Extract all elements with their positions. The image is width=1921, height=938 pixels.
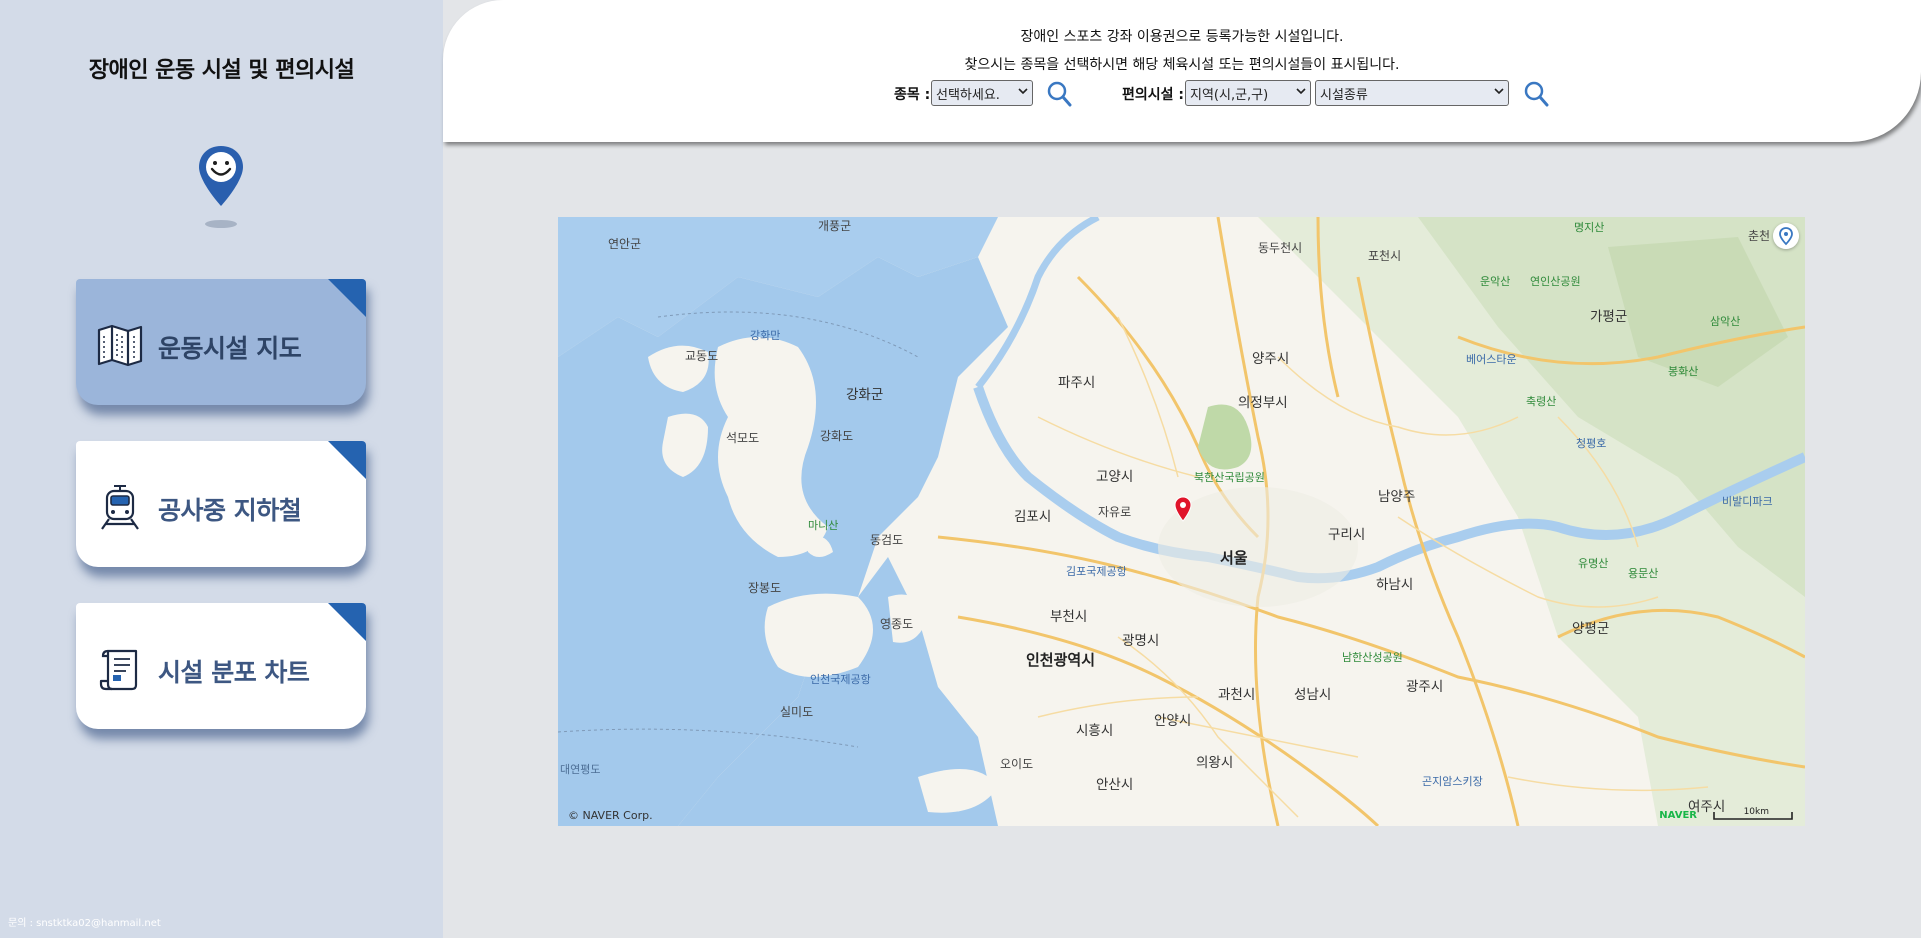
current-location-button[interactable] [1773, 223, 1799, 249]
map-label: 하남시 [1376, 577, 1414, 593]
map-icon [97, 324, 143, 367]
map-label: 양평군 [1572, 621, 1610, 637]
map-label: 성남시 [1294, 687, 1332, 703]
map-label: 의정부시 [1238, 395, 1288, 411]
map-label: 인천국제공항 [810, 673, 871, 686]
region-select-value: 지역(시,군,구) [1190, 88, 1269, 103]
chevron-down-icon [1494, 88, 1504, 95]
map-label: 김포시 [1014, 509, 1052, 525]
map-label: 김포국제공항 [1066, 565, 1127, 578]
map-label: 오이도 [1000, 757, 1034, 771]
map-label: 영종도 [880, 617, 914, 631]
facility-type-select[interactable]: 시설종류 [1315, 80, 1509, 106]
map-label: 유명산 [1578, 557, 1609, 570]
map-label: 개풍군 [818, 219, 852, 233]
map-label: 실미도 [780, 705, 814, 719]
subway-train-icon [101, 485, 139, 530]
map-label: 연안군 [608, 237, 642, 251]
map-label: 연인산공원 [1530, 275, 1581, 288]
map-label: 동검도 [870, 533, 904, 547]
map-label: 안양시 [1154, 713, 1192, 729]
nav-facility-chart-button[interactable]: 시설 분포 차트 [76, 603, 366, 729]
map-label: 안산시 [1096, 777, 1134, 793]
map-label: 남한산성공원 [1342, 651, 1403, 664]
sport-select[interactable]: 선택하세요. [931, 80, 1033, 106]
map-copyright: © NAVER Corp. [568, 809, 653, 822]
map-label: 대연평도 [560, 763, 601, 776]
map-label: 부천시 [1050, 609, 1088, 625]
map-label: 구리시 [1328, 527, 1366, 543]
map-label: 북한산국립공원 [1194, 471, 1265, 484]
chevron-down-icon [1018, 88, 1028, 95]
map-label: 광주시 [1406, 679, 1444, 695]
header-description: 장애인 스포츠 강좌 이용권으로 등록가능한 시설입니다. [1020, 29, 1344, 45]
scroll-document-icon [99, 649, 138, 691]
naver-logo: NAVER [1659, 810, 1697, 821]
map-label: 명지산 [1574, 221, 1605, 234]
map-label: 고양시 [1096, 469, 1134, 485]
facility-search-button[interactable] [1523, 80, 1549, 108]
map-label: 비발디파크 [1722, 495, 1773, 508]
nav-facility-map-button[interactable]: 운동시설 지도 [76, 279, 366, 405]
header-instruction: 찾으시는 종목을 선택하시면 해당 체육시설 또는 편의시설들이 표시됩니다. [964, 57, 1400, 73]
map-label: 의왕시 [1196, 755, 1234, 771]
map-label: 동두천시 [1258, 241, 1303, 255]
corner-accent [328, 279, 366, 317]
map-label: 강화군 [846, 387, 884, 403]
map-label-seoul: 서울 [1220, 549, 1248, 567]
map-scale-bar [1713, 812, 1793, 820]
map-label: 양주시 [1252, 351, 1290, 367]
facility-label: 편의시설 : [1122, 87, 1184, 103]
facility-type-select-value: 시설종류 [1320, 88, 1368, 103]
nav-label: 시설 분포 차트 [158, 658, 310, 687]
nav-subway-construction-button[interactable]: 공사중 지하철 [76, 441, 366, 567]
map-label: 포천시 [1368, 249, 1402, 263]
map-label: 장봉도 [748, 581, 782, 595]
map-label: 곤지암스키장 [1422, 775, 1483, 788]
map-label: 과천시 [1218, 687, 1256, 703]
map-label: 축령산 [1526, 395, 1557, 408]
header-panel: 장애인 스포츠 강좌 이용권으로 등록가능한 시설입니다. 찾으시는 종목을 선… [443, 0, 1921, 142]
map-label: 강화도 [820, 429, 854, 443]
map-label: 춘천 [1748, 229, 1771, 243]
nav-label: 공사중 지하철 [158, 496, 302, 525]
region-select[interactable]: 지역(시,군,구) [1185, 80, 1311, 106]
map-label: 용문산 [1628, 567, 1659, 580]
map-label: 시흥시 [1076, 723, 1114, 739]
map-label: 운악산 [1480, 275, 1511, 288]
sport-search-button[interactable] [1046, 80, 1072, 108]
map-label: 남양주 [1378, 489, 1416, 505]
sport-select-value: 선택하세요. [936, 88, 1000, 103]
map-label: 석모도 [726, 431, 760, 445]
app-title: 장애인 운동 시설 및 편의시설 [88, 58, 355, 83]
map-label: 베어스타운 [1466, 353, 1517, 366]
map-label: 마니산 [808, 519, 839, 532]
map-label: 강화만 [750, 329, 781, 342]
naver-map[interactable]: 연안군 개풍군 동두천시 포천시 춘천 교동도 강화만 강화군 파주시 양주시 … [558, 217, 1805, 826]
map-label: 청평호 [1576, 437, 1607, 450]
sidebar: 장애인 운동 시설 및 편의시설 운동시설 지도 공사중 지하철 시설 분포 차… [0, 0, 443, 938]
sport-label: 종목 : [894, 87, 931, 103]
map-label: 삼악산 [1710, 315, 1741, 328]
map-label: 교동도 [685, 349, 719, 363]
map-label: 광명시 [1122, 633, 1160, 649]
map-label: 자유로 [1098, 505, 1132, 519]
corner-accent [328, 441, 366, 479]
location-marker-icon[interactable] [1174, 496, 1192, 522]
chevron-down-icon [1296, 88, 1306, 95]
corner-accent [328, 603, 366, 641]
map-label-incheon: 인천광역시 [1026, 651, 1096, 669]
map-label: 가평군 [1590, 309, 1628, 325]
contact-email: 문의 : snstktka02@hanmail.net [8, 918, 161, 929]
nav-label: 운동시설 지도 [158, 334, 302, 363]
map-label: 파주시 [1058, 375, 1096, 391]
location-smile-logo-icon [199, 146, 243, 228]
map-label: 봉화산 [1668, 365, 1699, 378]
